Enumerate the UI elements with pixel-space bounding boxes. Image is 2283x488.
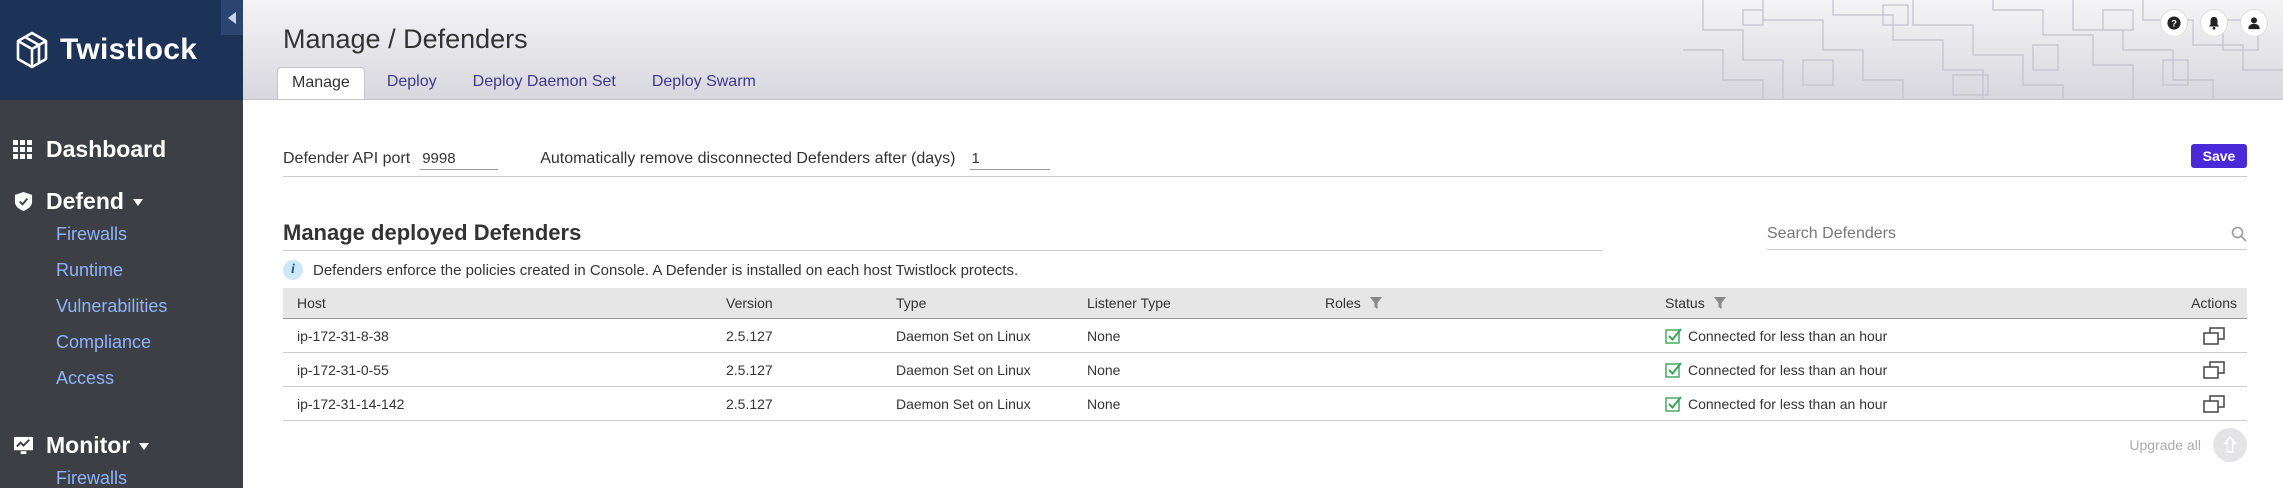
- help-icon[interactable]: ?: [2161, 10, 2187, 36]
- cell-host: ip-172-31-8-38: [297, 327, 389, 344]
- upgrade-all: Upgrade all: [2129, 428, 2247, 462]
- upgrade-all-button[interactable]: [2213, 428, 2247, 462]
- caret-down-icon: [139, 442, 150, 450]
- table-row[interactable]: ip-172-31-8-38 2.5.127 Daemon Set on Lin…: [283, 319, 2247, 353]
- sidebar-item-dashboard[interactable]: Dashboard: [12, 136, 166, 163]
- info-text: Defenders enforce the policies created i…: [313, 261, 1019, 279]
- grid-icon: [12, 139, 34, 161]
- cell-status: Connected for less than an hour: [1665, 395, 2145, 412]
- cell-version: 2.5.127: [726, 327, 773, 344]
- status-text: Connected for less than an hour: [1688, 395, 1888, 412]
- svg-text:?: ?: [2171, 19, 2177, 30]
- cell-host: ip-172-31-0-55: [297, 361, 389, 378]
- table-header: Host Version Type Listener Type Roles St…: [283, 288, 2247, 319]
- cell-actions: [2145, 360, 2247, 379]
- cell-status: Connected for less than an hour: [1665, 361, 2145, 378]
- search-icon[interactable]: [2231, 226, 2247, 242]
- cell-listener-type: None: [1087, 361, 1121, 378]
- cell-type: Daemon Set on Linux: [896, 395, 1031, 412]
- bell-icon[interactable]: [2201, 10, 2227, 36]
- cell-actions: [2145, 326, 2247, 345]
- monitor-icon: [12, 435, 34, 457]
- cell-host: ip-172-31-14-142: [297, 395, 405, 412]
- table-row[interactable]: ip-172-31-0-55 2.5.127 Daemon Set on Lin…: [283, 353, 2247, 387]
- open-details-icon[interactable]: [2203, 394, 2225, 413]
- sidebar-item-label: Dashboard: [46, 136, 167, 162]
- page-header: Manage / Defenders Manage Deploy Deploy …: [243, 0, 2283, 100]
- api-port-label: Defender API port: [283, 150, 411, 167]
- brand-name: Twistlock: [60, 33, 198, 66]
- column-header-roles-label[interactable]: Roles: [1325, 295, 1361, 311]
- upgrade-all-label: Upgrade all: [2129, 437, 2201, 453]
- auto-remove-label: Automatically remove disconnected Defend…: [540, 150, 956, 167]
- sidebar-item-defend-vulnerabilities[interactable]: Vulnerabilities: [56, 296, 167, 317]
- column-header-roles: Roles: [1325, 295, 1665, 311]
- cell-type: Daemon Set on Linux: [896, 327, 1031, 344]
- checkbox-checked-icon: [1665, 328, 1682, 344]
- table-row[interactable]: ip-172-31-14-142 2.5.127 Daemon Set on L…: [283, 387, 2247, 421]
- tab-deploy-daemon-set[interactable]: Deploy Daemon Set: [459, 67, 630, 99]
- header-actions: ?: [2161, 10, 2267, 36]
- defender-settings: Defender API port Automatically remove d…: [283, 142, 2247, 176]
- tab-deploy-swarm[interactable]: Deploy Swarm: [638, 67, 770, 99]
- column-header-type[interactable]: Type: [896, 295, 1087, 311]
- divider: [283, 176, 2247, 177]
- auto-remove-days-input[interactable]: [969, 148, 1050, 170]
- checkbox-checked-icon: [1665, 362, 1682, 378]
- cell-listener-type: None: [1087, 395, 1121, 412]
- sidebar-item-defend-firewalls[interactable]: Firewalls: [56, 224, 127, 245]
- sidebar-collapse-button[interactable]: [221, 0, 243, 35]
- sidebar-item-defend-compliance[interactable]: Compliance: [56, 332, 151, 353]
- info-banner: i Defenders enforce the policies created…: [283, 260, 1018, 280]
- tab-manage[interactable]: Manage: [277, 67, 365, 99]
- sidebar-item-defend[interactable]: Defend: [12, 188, 144, 215]
- column-header-listener-type[interactable]: Listener Type: [1087, 295, 1325, 311]
- search-box: [1767, 218, 2247, 250]
- open-details-icon[interactable]: [2203, 326, 2225, 345]
- sidebar: Twistlock Dashboard Defend Firewalls Run…: [0, 0, 243, 488]
- chevron-left-icon: [228, 11, 236, 24]
- checkbox-checked-icon: [1665, 396, 1682, 412]
- column-header-status-label[interactable]: Status: [1665, 295, 1705, 311]
- user-icon[interactable]: [2241, 10, 2267, 36]
- filter-icon[interactable]: [1369, 296, 1383, 310]
- tab-bar: Manage Deploy Deploy Daemon Set Deploy S…: [277, 67, 778, 99]
- cell-status: Connected for less than an hour: [1665, 327, 2145, 344]
- tab-deploy[interactable]: Deploy: [373, 67, 451, 99]
- sidebar-item-defend-access[interactable]: Access: [56, 368, 114, 389]
- cell-type: Daemon Set on Linux: [896, 361, 1031, 378]
- twistlock-logo-icon: [16, 31, 48, 69]
- column-header-actions-label: Actions: [2191, 295, 2237, 311]
- status-text: Connected for less than an hour: [1688, 361, 1888, 378]
- page-title: Manage / Defenders: [283, 24, 528, 54]
- shield-icon: [12, 191, 34, 213]
- divider: [283, 250, 1603, 251]
- cell-actions: [2145, 394, 2247, 413]
- save-button[interactable]: Save: [2191, 144, 2247, 168]
- column-header-host[interactable]: Host: [283, 295, 726, 311]
- sidebar-item-defend-runtime[interactable]: Runtime: [56, 260, 123, 281]
- upgrade-icon: [2223, 436, 2237, 453]
- cell-version: 2.5.127: [726, 361, 773, 378]
- sidebar-item-monitor[interactable]: Monitor: [12, 432, 150, 459]
- sidebar-item-label: Defend: [46, 188, 124, 214]
- column-header-actions: Actions: [2145, 295, 2247, 311]
- status-text: Connected for less than an hour: [1688, 327, 1888, 344]
- sidebar-item-label: Monitor: [46, 432, 131, 458]
- sidebar-item-monitor-firewalls[interactable]: Firewalls: [56, 468, 127, 488]
- caret-down-icon: [132, 198, 143, 206]
- api-port-input[interactable]: [420, 148, 499, 170]
- section-title: Manage deployed Defenders: [283, 220, 582, 245]
- search-input[interactable]: [1767, 224, 2187, 243]
- defenders-table: Host Version Type Listener Type Roles St…: [283, 288, 2247, 421]
- column-header-status: Status: [1665, 295, 2145, 311]
- cell-version: 2.5.127: [726, 395, 773, 412]
- cell-listener-type: None: [1087, 327, 1121, 344]
- info-icon: i: [283, 260, 303, 280]
- open-details-icon[interactable]: [2203, 360, 2225, 379]
- column-header-version[interactable]: Version: [726, 295, 896, 311]
- filter-icon[interactable]: [1713, 296, 1727, 310]
- brand: Twistlock: [0, 0, 243, 100]
